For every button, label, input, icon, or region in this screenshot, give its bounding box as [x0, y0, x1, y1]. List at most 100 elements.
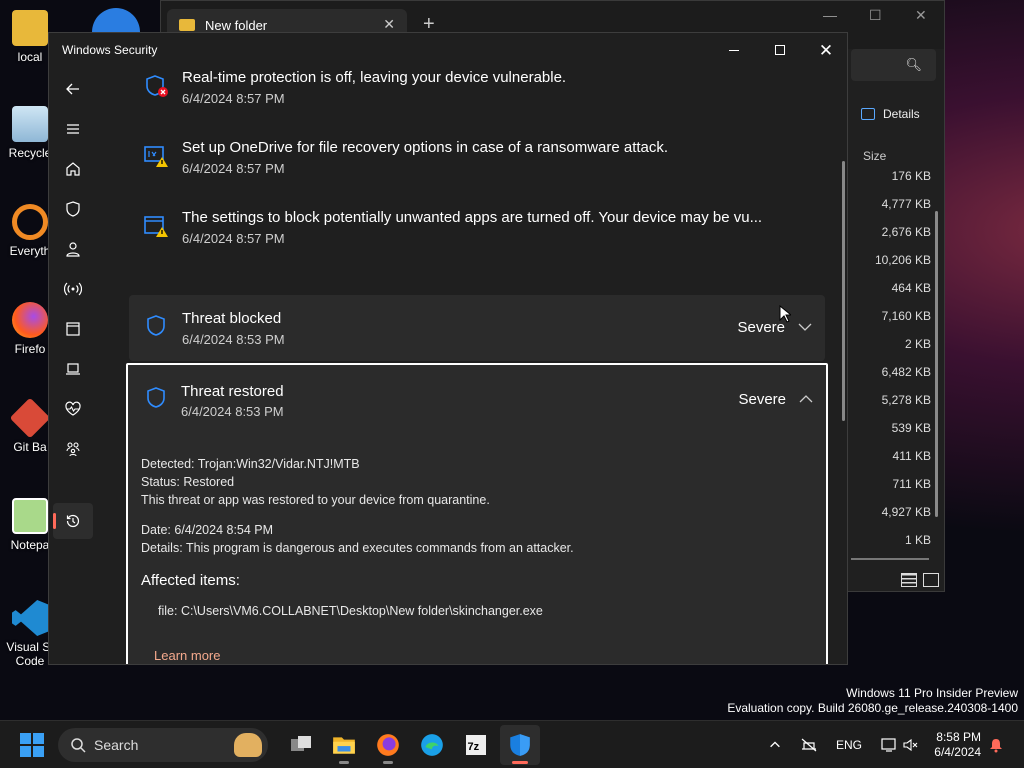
chevron-up-icon[interactable]	[798, 391, 814, 407]
history-item-threat-restored[interactable]: Threat restored 6/4/2024 8:53 PM Severe …	[126, 363, 828, 664]
clock-date: 6/4/2024	[934, 745, 981, 759]
explorer-minimize-button[interactable]: —	[823, 7, 837, 23]
taskbar-7zip[interactable]: 7z	[456, 725, 496, 765]
search-icon: 🔍︎	[905, 57, 922, 72]
task-view-icon	[291, 736, 311, 751]
size-cell: 176 KB	[891, 169, 931, 183]
history-item-threat-blocked[interactable]: Threat blocked 6/4/2024 8:53 PM Severe	[129, 295, 825, 361]
date-value: 6/4/2024 8:54 PM	[174, 523, 274, 537]
details-label: Details:	[141, 541, 183, 555]
history-item-date: 6/4/2024 8:57 PM	[182, 91, 285, 106]
affected-file: file: C:\Users\VM6.COLLABNET\Desktop\New…	[158, 604, 543, 618]
minimize-button[interactable]	[711, 39, 757, 61]
title-bar[interactable]: Windows Security ✕	[49, 33, 847, 67]
firefox-icon	[377, 734, 399, 756]
chevron-down-icon[interactable]	[797, 319, 813, 335]
shield-error-icon	[146, 75, 168, 97]
size-cell: 4,777 KB	[881, 197, 931, 211]
shield-icon	[66, 201, 80, 217]
volume-muted-icon[interactable]	[902, 737, 918, 753]
explorer-close-button[interactable]: ✕	[915, 7, 927, 24]
nav-device-performance[interactable]	[53, 391, 93, 427]
explorer-horizontal-scrollbar[interactable]	[851, 558, 929, 560]
notification-bell-icon[interactable]	[988, 737, 1004, 753]
nav-firewall[interactable]	[53, 271, 93, 307]
status-label: Status:	[141, 475, 180, 489]
task-view-button[interactable]	[281, 725, 321, 765]
taskbar-search[interactable]: Search	[58, 728, 268, 762]
details-view-icon[interactable]	[901, 573, 917, 587]
explorer-maximize-button[interactable]: ☐	[869, 7, 882, 24]
nav-protection-history[interactable]	[53, 503, 93, 539]
detected-row: Detected: Trojan:Win32/Vidar.NTJ!MTB	[141, 457, 360, 471]
taskbar-file-explorer[interactable]	[324, 725, 364, 765]
maximize-button[interactable]	[757, 39, 803, 61]
nav-device-security[interactable]	[53, 351, 93, 387]
history-item-realtime-off[interactable]: Real-time protection is off, leaving you…	[129, 67, 825, 133]
home-icon	[66, 162, 80, 176]
network-offline-icon[interactable]	[800, 737, 818, 753]
chevron-up-icon[interactable]	[768, 738, 782, 752]
start-button[interactable]	[20, 733, 44, 757]
nav-home[interactable]	[53, 151, 93, 187]
shield-icon	[147, 387, 165, 408]
severity-label: Severe	[738, 391, 786, 408]
history-icon	[66, 514, 80, 528]
menu-button[interactable]	[53, 111, 93, 147]
nav-app-browser-control[interactable]	[53, 311, 93, 347]
learn-more-link[interactable]: Learn more	[154, 648, 220, 663]
taskbar-windows-security[interactable]	[500, 725, 540, 765]
status-row: Status: Restored	[141, 475, 234, 489]
status-note: This threat or app was restored to your …	[141, 493, 490, 507]
search-icon	[71, 738, 86, 753]
details-value: This program is dangerous and executes c…	[185, 541, 574, 555]
nav-virus-protection[interactable]	[53, 191, 93, 227]
history-item-date: 6/4/2024 8:57 PM	[182, 161, 285, 176]
history-item-title: Threat blocked	[182, 310, 282, 327]
watermark-line2: Evaluation copy. Build 26080.ge_release.…	[727, 701, 1018, 715]
size-column-header[interactable]: Size	[863, 149, 886, 163]
start-logo-tile	[33, 746, 44, 757]
windows-security-window: Windows Security ✕ Real-time protection …	[48, 32, 848, 665]
taskbar-firefox[interactable]	[368, 725, 408, 765]
nav-family-options[interactable]	[53, 431, 93, 467]
content-scrollbar[interactable]	[842, 161, 845, 421]
family-icon	[66, 442, 80, 457]
mouse-cursor-icon	[779, 305, 791, 323]
system-tray: ENG	[760, 721, 918, 768]
size-cell: 4,927 KB	[881, 505, 931, 519]
affected-items-heading: Affected items:	[141, 572, 240, 589]
history-item-onedrive[interactable]: Set up OneDrive for file recovery option…	[129, 137, 825, 203]
history-item-pua-off[interactable]: The settings to block potentially unwant…	[129, 207, 825, 273]
size-cell: 464 KB	[891, 281, 931, 295]
recycle-bin-icon	[12, 106, 48, 142]
everything-search-icon	[12, 204, 48, 240]
tiles-view-icon[interactable]	[923, 573, 939, 587]
language-indicator[interactable]: ENG	[836, 738, 862, 752]
git-bash-icon	[9, 397, 51, 439]
shield-icon	[510, 734, 530, 756]
start-logo-tile	[20, 733, 31, 744]
running-indicator	[339, 761, 349, 764]
history-item-title: Threat restored	[181, 383, 284, 400]
ransomware-warning-icon	[144, 146, 168, 167]
wireless-icon	[64, 282, 82, 296]
notepad-icon	[12, 498, 48, 534]
system-clock[interactable]: 8:58 PM 6/4/2024	[925, 730, 981, 760]
size-cell: 1 KB	[904, 533, 931, 547]
search-highlight-icon	[234, 733, 262, 757]
nav-account-protection[interactable]	[53, 231, 93, 267]
close-tab-icon[interactable]: ✕	[383, 16, 395, 33]
folder-icon	[12, 10, 48, 46]
close-button[interactable]: ✕	[803, 39, 847, 61]
explorer-vertical-scrollbar[interactable]	[935, 211, 938, 517]
taskbar-edge[interactable]	[412, 725, 452, 765]
browser-window-icon	[66, 322, 80, 336]
nav-settings[interactable]	[53, 655, 93, 664]
hamburger-icon	[67, 124, 79, 134]
size-cell: 5,278 KB	[881, 393, 931, 407]
explorer-search-box[interactable]: 🔍︎	[851, 49, 936, 81]
monitor-icon[interactable]	[880, 737, 898, 753]
details-pane-button[interactable]: Details	[861, 107, 920, 121]
back-button[interactable]	[53, 71, 93, 107]
